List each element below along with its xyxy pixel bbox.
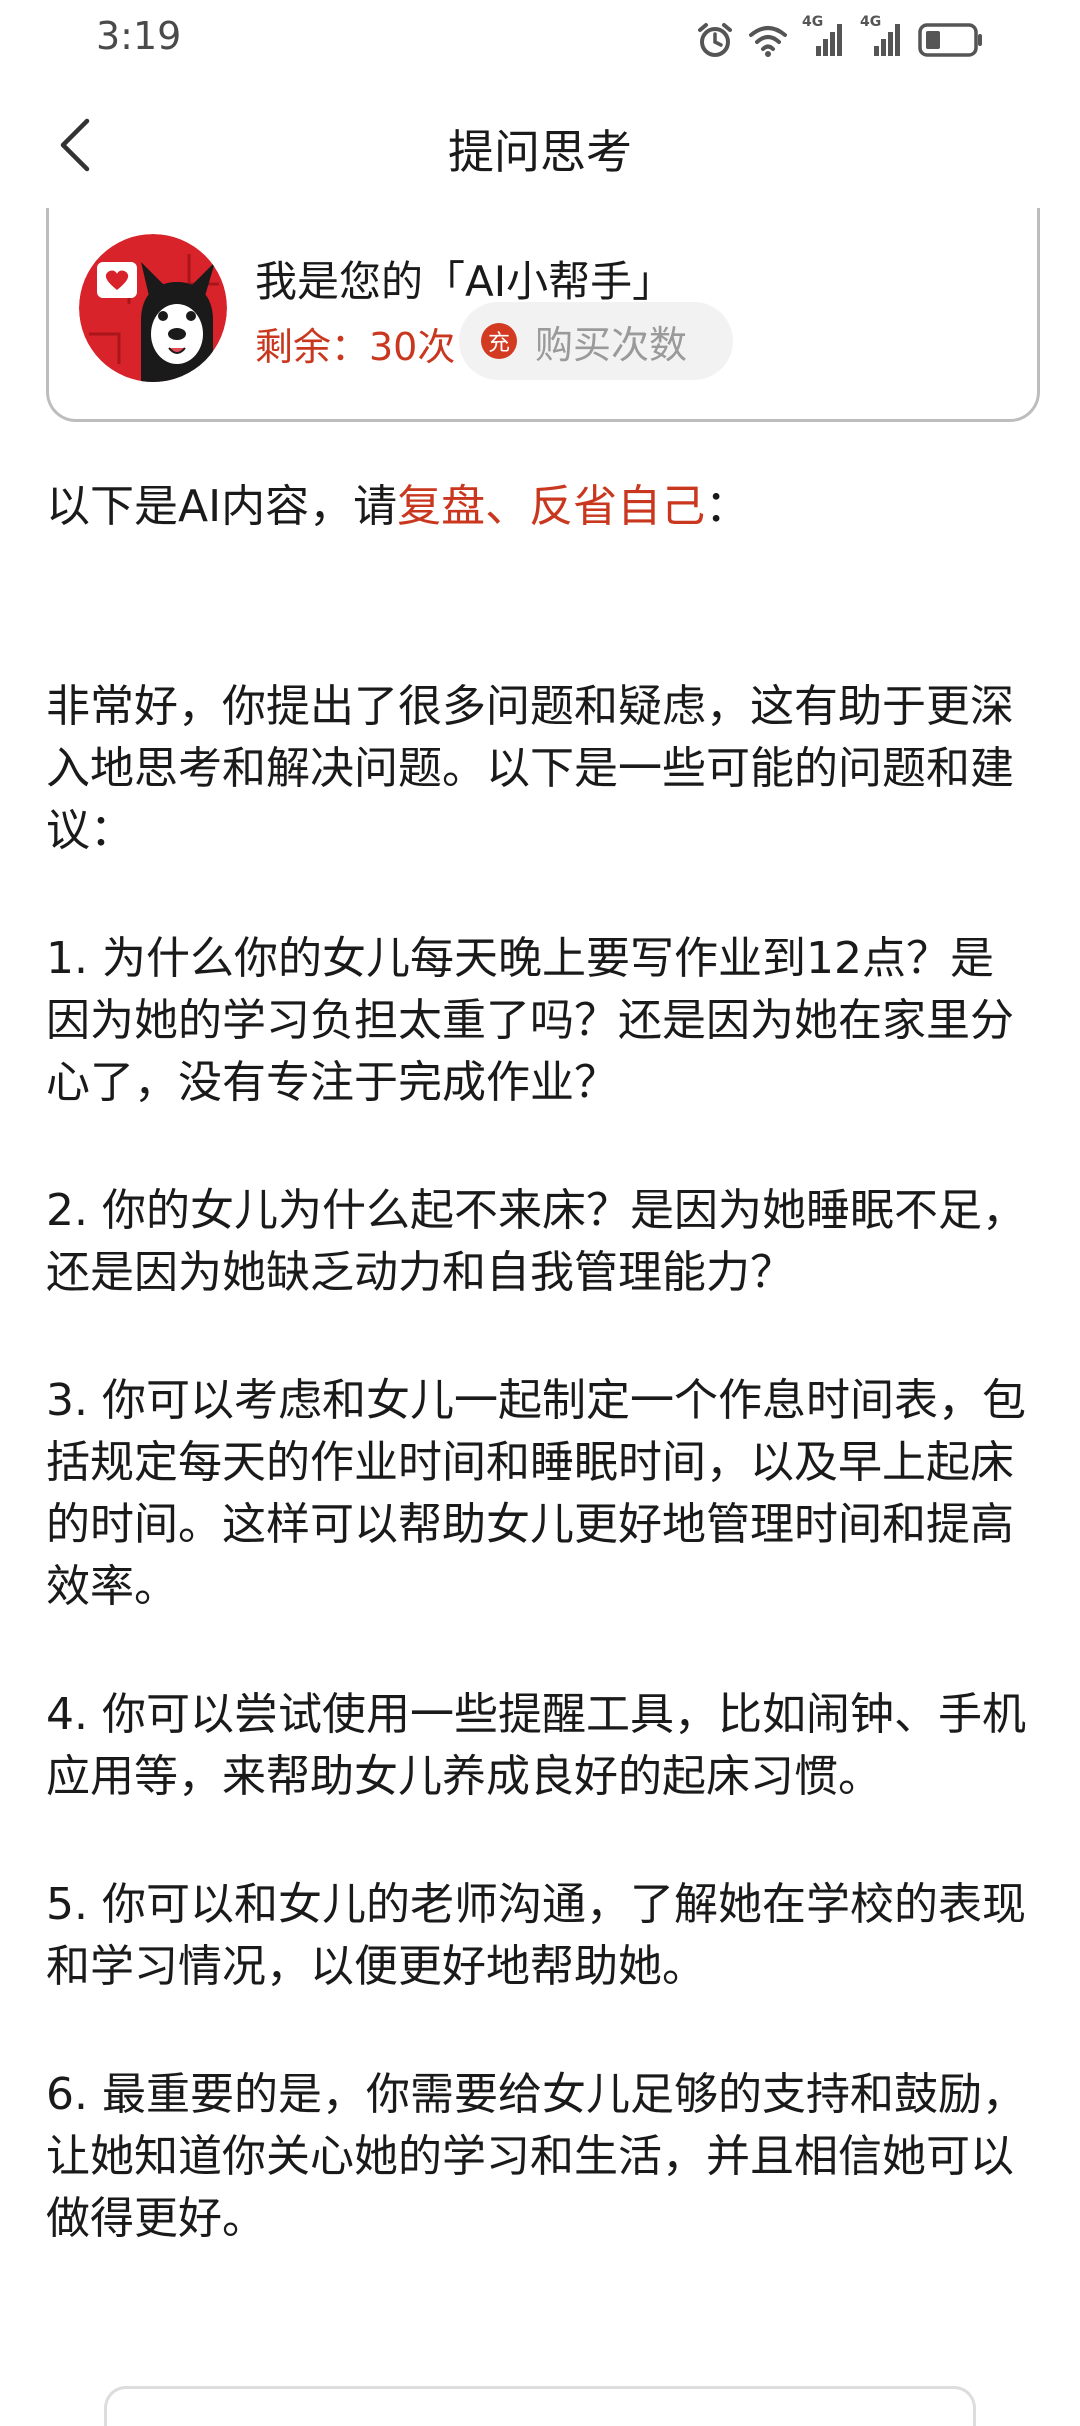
signal-icon-2: 4G <box>860 14 904 60</box>
nav-bar: 提问思考 <box>0 90 1080 200</box>
status-bar: 3:19 4G 4G <box>0 0 1080 78</box>
status-icons: 4G 4G <box>696 14 984 62</box>
answer-paragraph: 2. 你的女儿为什么起不来床？是因为她睡眠不足，还是因为她缺乏动力和自我管理能力… <box>46 1185 1026 1298</box>
avatar <box>79 234 227 382</box>
answer-paragraph: 1. 为什么你的女儿每天晚上要写作业到12点？是因为她的学习负担太重了吗？还是因… <box>46 933 1014 1108</box>
answer-paragraph: 4. 你可以尝试使用一些提醒工具，比如闹钟、手机应用等，来帮助女儿养成良好的起床… <box>46 1689 1026 1802</box>
intro-prefix: 以下是AI内容，请 <box>46 481 398 532</box>
battery-icon <box>918 22 984 58</box>
buy-count-button[interactable]: 充 购买次数 <box>459 302 733 380</box>
answer-paragraph: 非常好，你提出了很多问题和疑虑，这有助于更深入地思考和解决问题。以下是一些可能的… <box>46 681 1014 856</box>
signal-icon: 4G <box>802 14 846 60</box>
wifi-icon <box>748 23 788 57</box>
recharge-icon: 充 <box>481 323 517 359</box>
ai-helper-card: 我是您的「AI小帮手」 剩余：30次 充 购买次数 <box>46 208 1040 422</box>
intro-highlight: 复盘、反省自己 <box>397 481 706 532</box>
page-title: 提问思考 <box>448 125 632 179</box>
status-time: 3:19 <box>96 14 182 58</box>
intro-suffix: ： <box>705 481 750 532</box>
ai-answer: 非常好，你提出了很多问题和疑虑，这有助于更深入地思考和解决问题。以下是一些可能的… <box>46 676 1026 2316</box>
alarm-icon <box>696 21 734 59</box>
answer-paragraph: 3. 你可以考虑和女儿一起制定一个作息时间表，包括规定每天的作业时间和睡眠时间，… <box>46 1375 1026 1612</box>
answer-paragraph: 6. 最重要的是，你需要给女儿足够的支持和鼓励，让她知道你关心她的学习和生活，并… <box>46 2069 1026 2244</box>
bottom-input-box[interactable] <box>104 2386 976 2426</box>
remaining-count: 剩余：30次 <box>255 325 456 369</box>
answer-paragraph: 5. 你可以和女儿的老师沟通，了解她在学校的表现和学习情况，以便更好地帮助她。 <box>46 1879 1026 1992</box>
ai-content-intro: 以下是AI内容，请复盘、反省自己： <box>46 470 749 534</box>
buy-count-label: 购买次数 <box>535 322 688 367</box>
helper-title: 我是您的「AI小帮手」 <box>255 257 675 306</box>
